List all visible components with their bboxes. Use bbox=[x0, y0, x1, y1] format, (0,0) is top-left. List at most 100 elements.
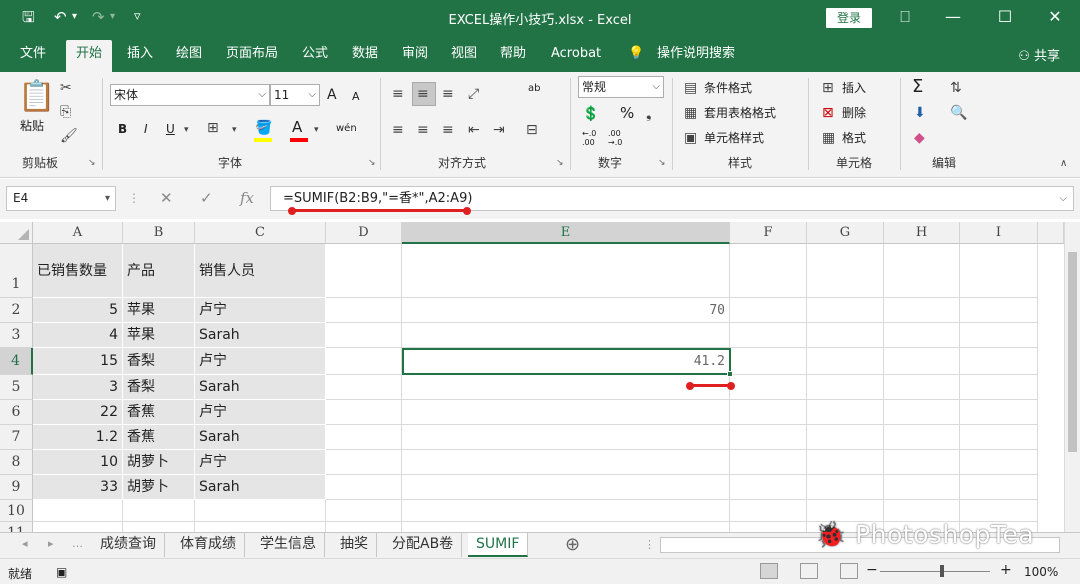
cell-a1[interactable]: 已销售数量 bbox=[33, 244, 123, 298]
fill-color-icon[interactable]: 🪣 bbox=[255, 120, 272, 136]
number-dialog-launcher[interactable]: ↘ bbox=[658, 158, 666, 168]
cell-c7[interactable]: Sarah bbox=[195, 425, 326, 450]
cell[interactable] bbox=[326, 298, 402, 323]
cell[interactable] bbox=[730, 298, 807, 323]
cell[interactable] bbox=[195, 500, 326, 522]
insert-cells-button[interactable]: 插入 bbox=[842, 80, 866, 96]
shrink-font-button[interactable]: A bbox=[352, 89, 360, 105]
font-color-button[interactable]: A bbox=[292, 119, 302, 135]
cell[interactable] bbox=[730, 400, 807, 425]
tell-me-search[interactable]: 操作说明搜索 bbox=[657, 45, 735, 63]
minimize-button[interactable]: — bbox=[941, 6, 965, 28]
find-select-icon[interactable]: 🔍 bbox=[950, 105, 967, 121]
cell-a8[interactable]: 10 bbox=[33, 450, 123, 475]
zoom-slider[interactable] bbox=[880, 571, 990, 572]
cell[interactable] bbox=[33, 522, 123, 532]
align-right-icon[interactable]: ≡ bbox=[442, 122, 454, 138]
cell[interactable] bbox=[960, 425, 1038, 450]
cell[interactable] bbox=[326, 400, 402, 425]
expand-formula-bar-icon[interactable]: ⌵ bbox=[1059, 187, 1067, 210]
number-format-combo[interactable]: 常规 ⌵ bbox=[578, 76, 664, 98]
clear-icon[interactable]: ◆ bbox=[914, 130, 925, 146]
cell-styles-icon[interactable]: ▣ bbox=[684, 130, 697, 146]
cell[interactable] bbox=[730, 475, 807, 500]
conditional-formatting-button[interactable]: 条件格式 bbox=[704, 80, 752, 96]
zoom-slider-thumb[interactable] bbox=[940, 565, 944, 577]
row-header-4[interactable]: 4 bbox=[0, 348, 33, 375]
merge-center-icon[interactable]: ⊟ bbox=[526, 122, 538, 138]
insert-cells-icon[interactable]: ⊞ bbox=[822, 80, 834, 96]
cell-c3[interactable]: Sarah bbox=[195, 323, 326, 348]
comma-style-icon[interactable]: ❟ bbox=[646, 106, 652, 122]
previous-sheet-icon[interactable]: ◂ bbox=[22, 537, 28, 550]
sheet-tab[interactable]: 体育成绩 bbox=[172, 533, 245, 557]
cell[interactable] bbox=[960, 400, 1038, 425]
align-middle-icon[interactable]: ≡ bbox=[417, 86, 429, 102]
row-header-6[interactable]: 6 bbox=[0, 400, 33, 425]
format-as-table-button[interactable]: 套用表格格式 bbox=[704, 105, 776, 121]
cell[interactable] bbox=[730, 500, 807, 522]
cell[interactable] bbox=[884, 298, 960, 323]
sheet-tab[interactable]: 分配AB卷 bbox=[384, 533, 463, 557]
cell[interactable] bbox=[33, 500, 123, 522]
cell[interactable] bbox=[730, 323, 807, 348]
cell[interactable] bbox=[326, 450, 402, 475]
column-header-g[interactable]: G bbox=[807, 222, 884, 244]
align-top-icon[interactable]: ≡ bbox=[392, 86, 404, 102]
format-painter-icon[interactable]: 🖌 bbox=[60, 128, 78, 144]
increase-indent-icon[interactable]: ⇥ bbox=[493, 122, 505, 138]
cell[interactable] bbox=[807, 348, 884, 375]
underline-button[interactable]: U bbox=[166, 121, 175, 137]
normal-view-button[interactable] bbox=[760, 563, 778, 579]
percent-style-button[interactable]: % bbox=[620, 105, 634, 121]
cell[interactable] bbox=[402, 500, 730, 522]
tab-split-handle[interactable]: ⋮ bbox=[644, 538, 655, 551]
sheet-tab[interactable]: 学生信息 bbox=[252, 533, 325, 557]
tab-view[interactable]: 视图 bbox=[451, 45, 477, 63]
cell-c2[interactable]: 卢宁 bbox=[195, 298, 326, 323]
login-button[interactable]: 登录 bbox=[826, 8, 872, 28]
cell[interactable] bbox=[884, 348, 960, 375]
cell[interactable] bbox=[807, 298, 884, 323]
cell-c9[interactable]: Sarah bbox=[195, 475, 326, 500]
column-header-c[interactable]: C bbox=[195, 222, 326, 244]
cell-i1[interactable] bbox=[960, 244, 1038, 298]
tab-page-layout[interactable]: 页面布局 bbox=[226, 45, 278, 63]
cell-c5[interactable]: Sarah bbox=[195, 375, 326, 400]
column-header-e[interactable]: E bbox=[402, 222, 730, 244]
accounting-format-icon[interactable]: 💲 bbox=[582, 106, 599, 122]
tab-file[interactable]: 文件 bbox=[20, 45, 46, 63]
cell[interactable] bbox=[123, 500, 195, 522]
row-header-1[interactable]: 1 bbox=[0, 244, 33, 298]
cell-c6[interactable]: 卢宁 bbox=[195, 400, 326, 425]
maximize-button[interactable]: ☐ bbox=[993, 6, 1017, 28]
cell-b7[interactable]: 香蕉 bbox=[123, 425, 195, 450]
chevron-down-icon[interactable]: ▾ bbox=[314, 122, 319, 138]
close-button[interactable]: ✕ bbox=[1043, 6, 1067, 28]
cell-b1[interactable]: 产品 bbox=[123, 244, 195, 298]
increase-decimal-icon[interactable]: ←.0.00 bbox=[582, 129, 596, 147]
cell[interactable] bbox=[960, 375, 1038, 400]
cell-f1[interactable] bbox=[730, 244, 807, 298]
cell[interactable] bbox=[402, 522, 730, 532]
paste-button-label[interactable]: 粘贴 bbox=[20, 118, 44, 134]
clipboard-dialog-launcher[interactable]: ↘ bbox=[88, 158, 96, 168]
cell[interactable] bbox=[807, 323, 884, 348]
scrollbar-thumb[interactable] bbox=[1068, 252, 1077, 452]
cell-a9[interactable]: 33 bbox=[33, 475, 123, 500]
cell-e2[interactable]: 70 bbox=[402, 298, 730, 323]
cell[interactable] bbox=[730, 450, 807, 475]
cell-a4[interactable]: 15 bbox=[33, 348, 123, 375]
name-box[interactable]: E4 ▾ bbox=[6, 186, 116, 211]
paste-icon[interactable]: 📋 bbox=[18, 80, 55, 114]
ribbon-display-options-icon[interactable]: ⎕ bbox=[893, 6, 917, 28]
cell[interactable] bbox=[960, 475, 1038, 500]
cell-a2[interactable]: 5 bbox=[33, 298, 123, 323]
cell[interactable] bbox=[807, 400, 884, 425]
macro-record-icon[interactable]: ▣ bbox=[56, 565, 67, 579]
cell[interactable] bbox=[402, 425, 730, 450]
cell[interactable] bbox=[195, 522, 326, 532]
cell-a7[interactable]: 1.2 bbox=[33, 425, 123, 450]
format-cells-icon[interactable]: ▦ bbox=[822, 130, 835, 146]
row-header-9[interactable]: 9 bbox=[0, 475, 33, 500]
